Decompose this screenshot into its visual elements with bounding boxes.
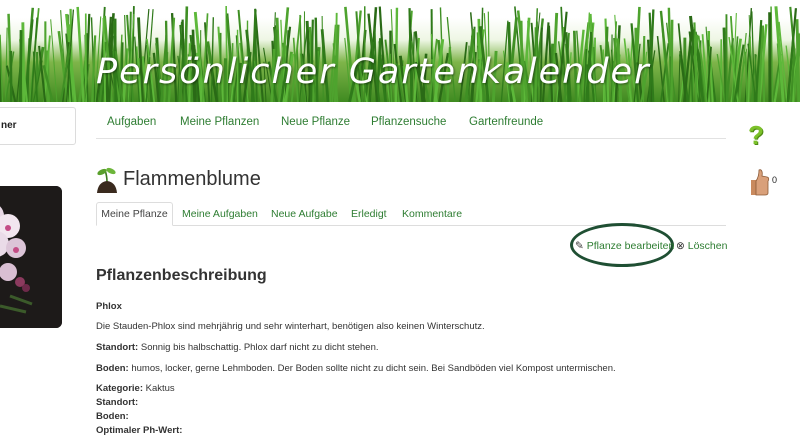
nav-item-neue-pflanze[interactable]: Neue Pflanze	[281, 116, 350, 128]
seedling-icon	[97, 167, 117, 193]
nav-item-gartenfreunde[interactable]: Gartenfreunde	[469, 116, 543, 128]
sidebar-login-box[interactable]: ner	[0, 107, 76, 145]
page-title: Flammenblume	[123, 168, 261, 190]
tab-meine-aufgaben[interactable]: Meine Aufgaben	[182, 208, 258, 220]
sidebar-box-label: ner	[1, 120, 17, 131]
header-banner: Persönlicher Gartenkalender	[0, 0, 800, 102]
delete-plant-label: Löschen	[687, 240, 728, 252]
question-mark-icon[interactable]: ?	[748, 120, 764, 151]
standort-text: Sonnig bis halbschattig. Phlox darf nich…	[140, 342, 379, 353]
kategorie-row: Kategorie: Kaktus	[96, 383, 175, 394]
plant-latin-name: Phlox	[96, 301, 122, 312]
kategorie-label: Kategorie:	[96, 383, 143, 394]
plant-photo	[0, 186, 62, 328]
nav-item-meine-pflanzen[interactable]: Meine Pflanzen	[180, 116, 259, 128]
section-heading: Pflanzenbeschreibung	[96, 267, 267, 284]
pencil-icon: ✎	[575, 240, 584, 252]
standort-row: Standort: Sonnig bis halbschattig. Phlox…	[96, 342, 379, 353]
ph-label: Optimaler Ph-Wert:	[96, 425, 183, 436]
tab-kommentare[interactable]: Kommentare	[402, 208, 462, 220]
standort2-label: Standort:	[96, 397, 139, 408]
edit-plant-label: Pflanze bearbeiten	[586, 240, 675, 252]
like-count: 0	[772, 175, 778, 185]
thumbs-up-icon[interactable]	[748, 168, 770, 196]
tab-erledigt[interactable]: Erledigt	[351, 208, 387, 220]
tab-meine-pflanze[interactable]: Meine Pflanze	[96, 202, 173, 226]
nav-item-pflanzensuche[interactable]: Pflanzensuche	[371, 116, 446, 128]
standort-label: Standort:	[96, 342, 139, 353]
boden2-label: Boden:	[96, 411, 129, 422]
main-navigation: Aufgaben Meine Pflanzen Neue Pflanze Pfl…	[96, 108, 726, 139]
site-title[interactable]: Persönlicher Gartenkalender	[96, 52, 650, 92]
tab-neue-aufgabe[interactable]: Neue Aufgabe	[271, 208, 338, 220]
nav-item-aufgaben[interactable]: Aufgaben	[107, 116, 156, 128]
edit-plant-link[interactable]: ✎ Pflanze bearbeiten	[575, 240, 674, 252]
boden-text: humos, locker, gerne Lehmboden. Der Bode…	[131, 363, 616, 374]
boden-label: Boden:	[96, 363, 129, 374]
close-circle-icon: ⊗	[676, 240, 685, 252]
plant-description: Die Stauden-Phlox sind mehrjährig und se…	[96, 321, 485, 332]
kategorie-value: Kaktus	[145, 383, 175, 394]
boden-row: Boden: humos, locker, gerne Lehmboden. D…	[96, 363, 616, 374]
delete-plant-link[interactable]: ⊗ Löschen	[676, 240, 727, 252]
